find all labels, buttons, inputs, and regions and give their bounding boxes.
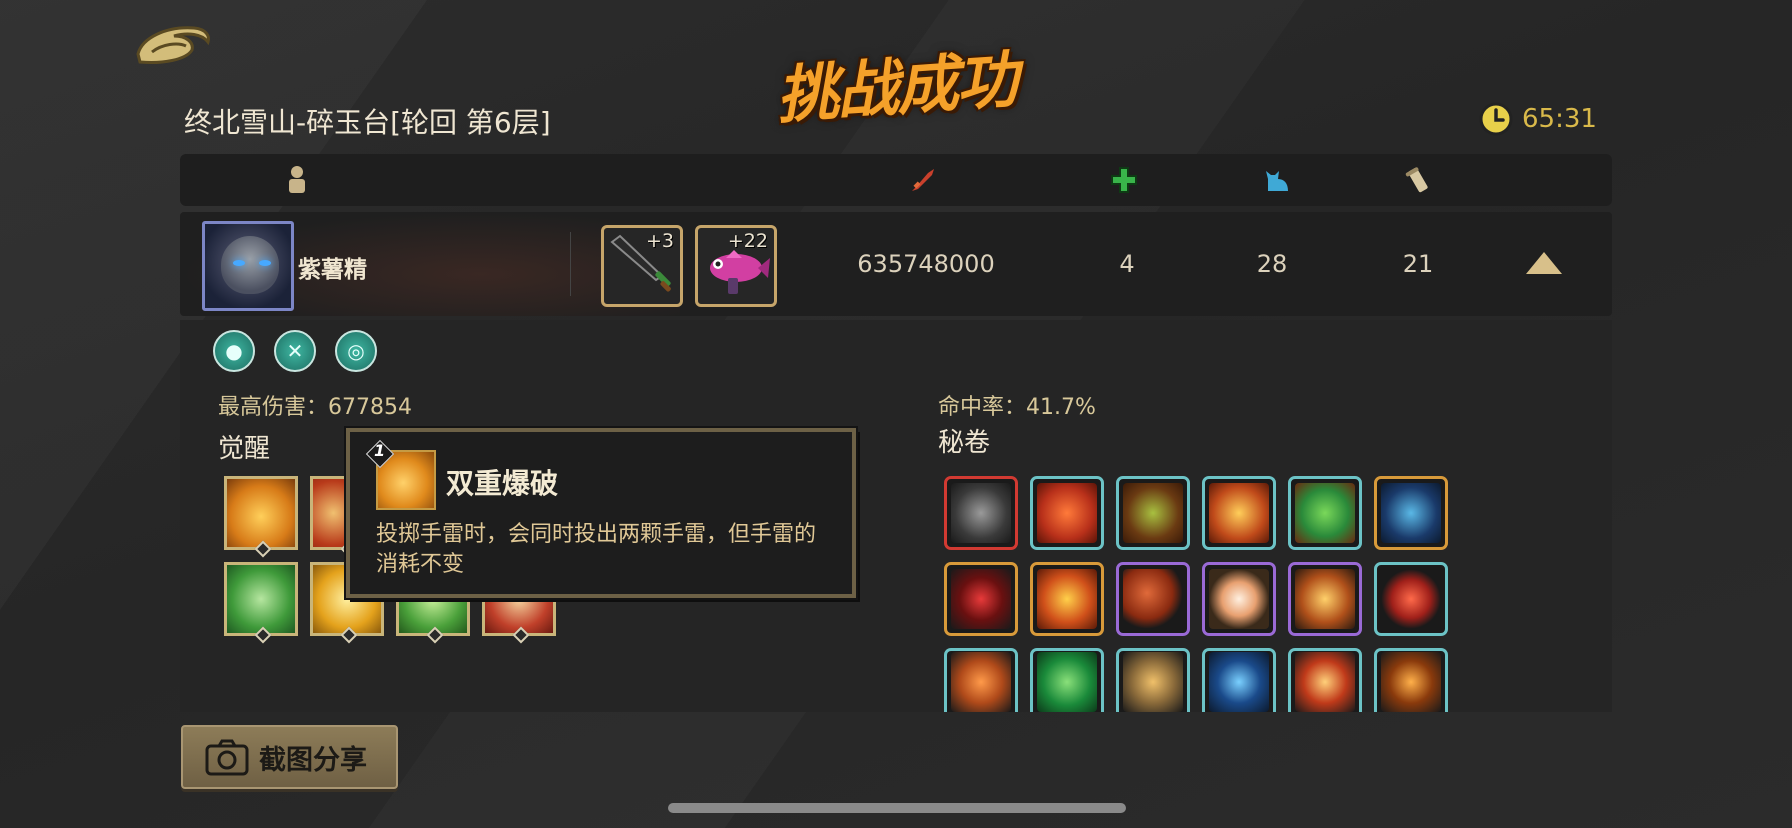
damage-value: 635748000 [857,250,995,278]
scroll-item-17[interactable] [1288,648,1362,712]
weapon-level-2: +22 [727,230,768,252]
back-button[interactable] [132,20,212,70]
tooltip-level: 1 [374,441,386,460]
scroll-item-sword[interactable] [944,476,1018,550]
scroll-item-7[interactable] [944,562,1018,636]
weapon-slot-2[interactable]: +22 [695,225,777,307]
screenshot-share-button[interactable]: 截图分享 [181,725,398,789]
awaken-section-title: 觉醒 [218,434,271,464]
scroll-item-8[interactable] [1030,562,1104,636]
share-label: 截图分享 [259,744,367,776]
scroll-count-value: 21 [1402,250,1434,278]
collapse-arrow-icon[interactable] [1526,252,1562,274]
back-arrow-icon [136,26,210,64]
player-name: 紫薯精 [298,257,367,283]
blade-buff-icon[interactable]: ✕ [274,330,316,372]
timer: 65:31 [1478,101,1597,137]
scroll-item-11[interactable] [1288,562,1362,636]
stats-header-bar [180,154,1612,206]
awaken-skill-double-blast[interactable] [224,476,298,558]
camera-icon [205,739,249,776]
scroll-item-2[interactable] [1030,476,1104,550]
player-icon [280,163,314,197]
pet-icon [1260,163,1294,197]
scroll-item-12[interactable] [1374,562,1448,636]
divider [570,232,571,296]
scroll-item-paw[interactable] [1202,562,1276,636]
scroll-item-18[interactable] [1374,648,1448,712]
scroll-item-9[interactable] [1116,562,1190,636]
scroll-item-16[interactable] [1202,648,1276,712]
home-indicator[interactable] [668,803,1126,813]
vortex-buff-icon[interactable]: ◎ [335,330,377,372]
awaken-skill-3[interactable] [224,562,298,644]
damage-icon [906,163,940,197]
scroll-item-5[interactable] [1288,476,1362,550]
pet-value: 28 [1256,250,1288,278]
heal-icon [1107,163,1141,197]
timer-value: 65:31 [1522,104,1597,134]
scroll-item-6[interactable] [1374,476,1448,550]
clock-icon [1479,102,1513,136]
scroll-item-4[interactable] [1202,476,1276,550]
page-title: 挑战成功 [774,42,1019,133]
bomb-buff-icon[interactable]: ● [213,330,255,372]
tooltip-title: 双重爆破 [446,467,559,500]
scroll-icon [1402,163,1436,197]
max-damage-label: 最高伤害：677854 [218,395,412,420]
weapon-level-1: +3 [645,230,674,252]
hit-rate-label: 命中率：41.7% [938,395,1096,420]
avatar [202,221,294,311]
scroll-item-15[interactable] [1116,648,1190,712]
scroll-item-13[interactable] [944,648,1018,712]
scroll-section-title: 秘卷 [938,428,991,458]
scroll-item-14[interactable] [1030,648,1104,712]
heal-value: 4 [1119,250,1135,278]
weapon-slot-1[interactable]: +3 [601,225,683,307]
tooltip-description: 投掷手雷时，会同时投出两颗手雷，但手雷的消耗不变 [376,522,817,577]
stage-name: 终北雪山-碎玉台[轮回 第6层] [184,106,551,139]
scroll-item-3[interactable] [1116,476,1190,550]
